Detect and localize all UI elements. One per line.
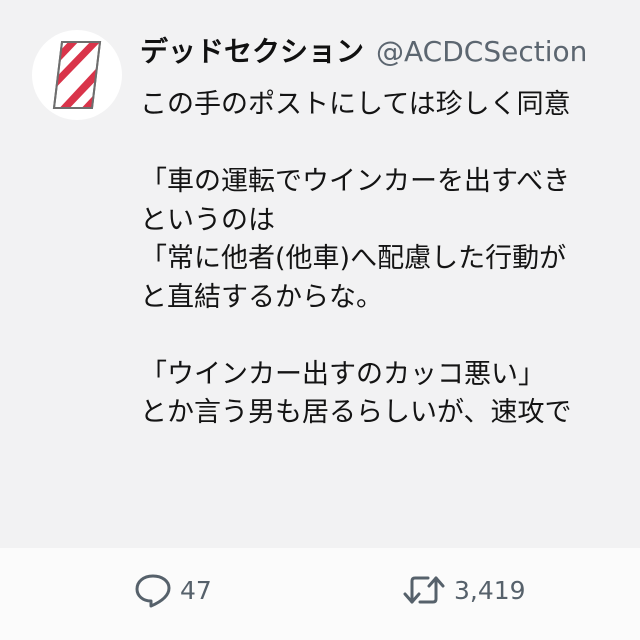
author-name[interactable]: デッドセクション <box>140 35 364 68</box>
retweet-arrows-icon <box>403 576 445 604</box>
screenshot-frame: デッドセクション @ACDCSection この手のポストにしては珍しく同意 「車… <box>0 0 640 640</box>
post-author: デッドセクション @ACDCSection <box>140 32 587 72</box>
post-text: この手のポストにしては珍しく同意 「車の運転でウインカーを出すべき というのは … <box>140 86 640 433</box>
post-card: デッドセクション @ACDCSection この手のポストにしては珍しく同意 「車… <box>0 0 640 640</box>
post-text-line: と直結するからな。 <box>140 281 383 313</box>
post-text-line: この手のポストにしては珍しく同意 <box>140 89 571 120</box>
author-handle[interactable]: @ACDCSection <box>376 35 587 68</box>
reply-count: 47 <box>180 575 212 605</box>
post-text-line: というのは <box>140 204 275 236</box>
post-text-blank-line <box>140 317 640 356</box>
retweet-count: 3,419 <box>454 575 526 605</box>
striped-diamond-logo-icon <box>52 41 102 109</box>
retweet-button[interactable]: 3,419 <box>402 570 526 610</box>
post-text-line: 「車の運転でウインカーを出すべき <box>140 166 571 197</box>
avatar[interactable] <box>32 30 122 120</box>
post-text-line: 「ウインカー出すのカッコ悪い」 <box>140 358 545 390</box>
post-text-line: とか言う男も居るらしいが、速攻で <box>140 397 572 428</box>
post-text-blank-line <box>140 125 640 164</box>
reply-button[interactable]: 47 <box>134 570 212 610</box>
post-text-line: 「常に他者(他車)へ配慮した行動が <box>140 243 567 274</box>
speech-bubble-icon <box>135 574 171 608</box>
post-action-bar: 47 3,419 <box>0 548 640 640</box>
